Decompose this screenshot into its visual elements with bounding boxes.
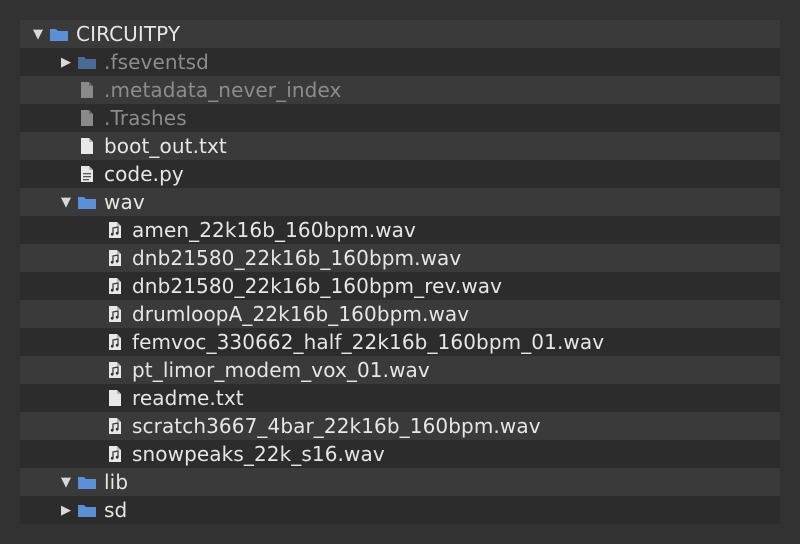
tree-row-audio-file[interactable]: femvoc_330662_half_22k16b_160bpm_01.wav: [20, 328, 780, 356]
file-icon: [104, 384, 126, 412]
audio-file-icon: [104, 300, 126, 328]
tree-row-readme-txt[interactable]: readme.txt: [20, 384, 780, 412]
tree-row-audio-file[interactable]: pt_limor_modem_vox_01.wav: [20, 356, 780, 384]
tree-row-code-py[interactable]: code.py: [20, 160, 780, 188]
file-icon: [76, 76, 98, 104]
tree-row-audio-file[interactable]: snowpeaks_22k_s16.wav: [20, 440, 780, 468]
expand-toggle-icon[interactable]: ▼: [56, 468, 76, 496]
file-icon: [76, 104, 98, 132]
tree-item-label: lib: [104, 470, 129, 494]
tree-item-label: scratch3667_4bar_22k16b_160bpm.wav: [132, 414, 541, 438]
tree-row-audio-file[interactable]: dnb21580_22k16b_160bpm_rev.wav: [20, 272, 780, 300]
audio-file-icon: [104, 272, 126, 300]
tree-item-label: dnb21580_22k16b_160bpm_rev.wav: [132, 274, 503, 298]
tree-item-label: wav: [104, 190, 145, 214]
collapse-toggle-icon[interactable]: ▶: [56, 496, 76, 524]
tree-item-label: amen_22k16b_160bpm.wav: [132, 218, 416, 242]
tree-row-audio-file[interactable]: dnb21580_22k16b_160bpm.wav: [20, 244, 780, 272]
tree-item-label: CIRCUITPY: [76, 22, 181, 46]
file-tree-panel: ▼ CIRCUITPY ▶ .fseventsd .metadata_never…: [20, 20, 780, 524]
tree-row-sd[interactable]: ▶ sd: [20, 496, 780, 524]
tree-row-audio-file[interactable]: drumloopA_22k16b_160bpm.wav: [20, 300, 780, 328]
tree-item-label: .metadata_never_index: [104, 78, 342, 102]
tree-row-fseventsd[interactable]: ▶ .fseventsd: [20, 48, 780, 76]
audio-file-icon: [104, 244, 126, 272]
tree-row-audio-file[interactable]: amen_22k16b_160bpm.wav: [20, 216, 780, 244]
tree-item-label: femvoc_330662_half_22k16b_160bpm_01.wav: [132, 330, 605, 354]
folder-icon: [76, 48, 98, 76]
expand-toggle-icon[interactable]: ▼: [56, 188, 76, 216]
file-icon: [76, 132, 98, 160]
audio-file-icon: [104, 216, 126, 244]
tree-item-label: code.py: [104, 162, 184, 186]
tree-item-label: pt_limor_modem_vox_01.wav: [132, 358, 430, 382]
tree-row-metadata-never-index[interactable]: .metadata_never_index: [20, 76, 780, 104]
audio-file-icon: [104, 440, 126, 468]
folder-icon: [76, 496, 98, 524]
tree-row-boot-out-txt[interactable]: boot_out.txt: [20, 132, 780, 160]
expand-toggle-icon[interactable]: ▶: [56, 48, 76, 76]
tree-row-lib[interactable]: ▼ lib: [20, 468, 780, 496]
tree-row-audio-file[interactable]: scratch3667_4bar_22k16b_160bpm.wav: [20, 412, 780, 440]
tree-item-label: sd: [104, 498, 128, 522]
expand-toggle-icon[interactable]: ▼: [28, 20, 48, 48]
tree-item-label: boot_out.txt: [104, 134, 227, 158]
audio-file-icon: [104, 356, 126, 384]
tree-item-label: .fseventsd: [104, 50, 209, 74]
tree-row-wav[interactable]: ▼ wav: [20, 188, 780, 216]
folder-icon: [76, 188, 98, 216]
tree-row-circuitpy[interactable]: ▼ CIRCUITPY: [20, 20, 780, 48]
audio-file-icon: [104, 328, 126, 356]
tree-item-label: dnb21580_22k16b_160bpm.wav: [132, 246, 462, 270]
folder-icon: [48, 20, 70, 48]
audio-file-icon: [104, 412, 126, 440]
python-file-icon: [76, 160, 98, 188]
tree-item-label: .Trashes: [104, 106, 187, 130]
folder-icon: [76, 468, 98, 496]
tree-item-label: readme.txt: [132, 386, 244, 410]
tree-item-label: drumloopA_22k16b_160bpm.wav: [132, 302, 470, 326]
tree-item-label: snowpeaks_22k_s16.wav: [132, 442, 385, 466]
tree-row-trashes[interactable]: .Trashes: [20, 104, 780, 132]
